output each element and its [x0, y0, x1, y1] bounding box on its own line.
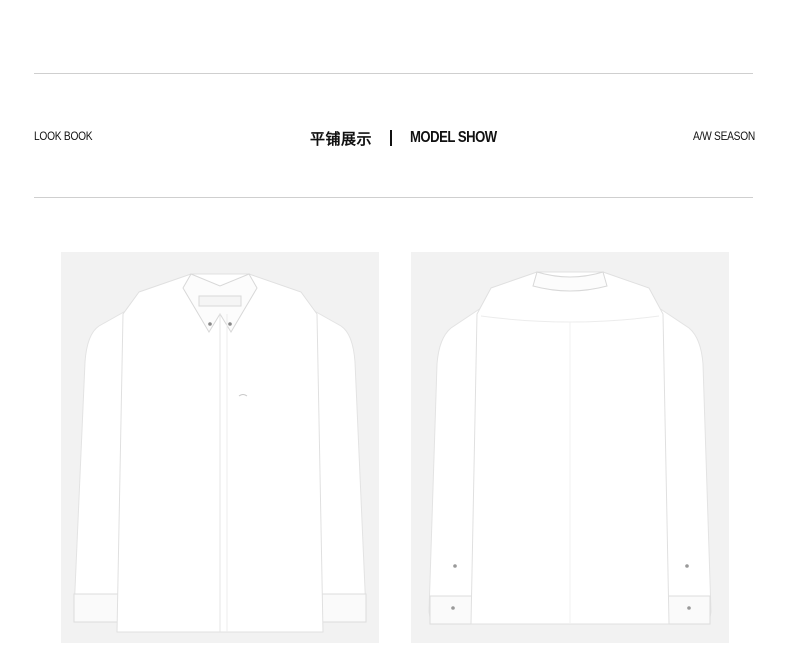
- top-divider: [34, 73, 753, 74]
- title-chinese: 平铺展示: [310, 130, 373, 148]
- title-english: MODEL SHOW: [410, 129, 497, 146]
- section-header: LOOK BOOK 平铺展示 MODEL SHOW A/W SEASON: [34, 126, 755, 150]
- shirt-back-image: [411, 252, 729, 643]
- shirt-front-image: [61, 252, 379, 643]
- look-book-label: LOOK BOOK: [34, 129, 93, 143]
- title-separator: [390, 130, 393, 146]
- shirt-front-photo[interactable]: [61, 252, 379, 643]
- season-label: A/W SEASON: [692, 129, 755, 143]
- bottom-divider: [34, 197, 753, 198]
- section-title: 平铺展示 MODEL SHOW: [310, 126, 516, 150]
- shirt-back-photo[interactable]: [411, 252, 729, 643]
